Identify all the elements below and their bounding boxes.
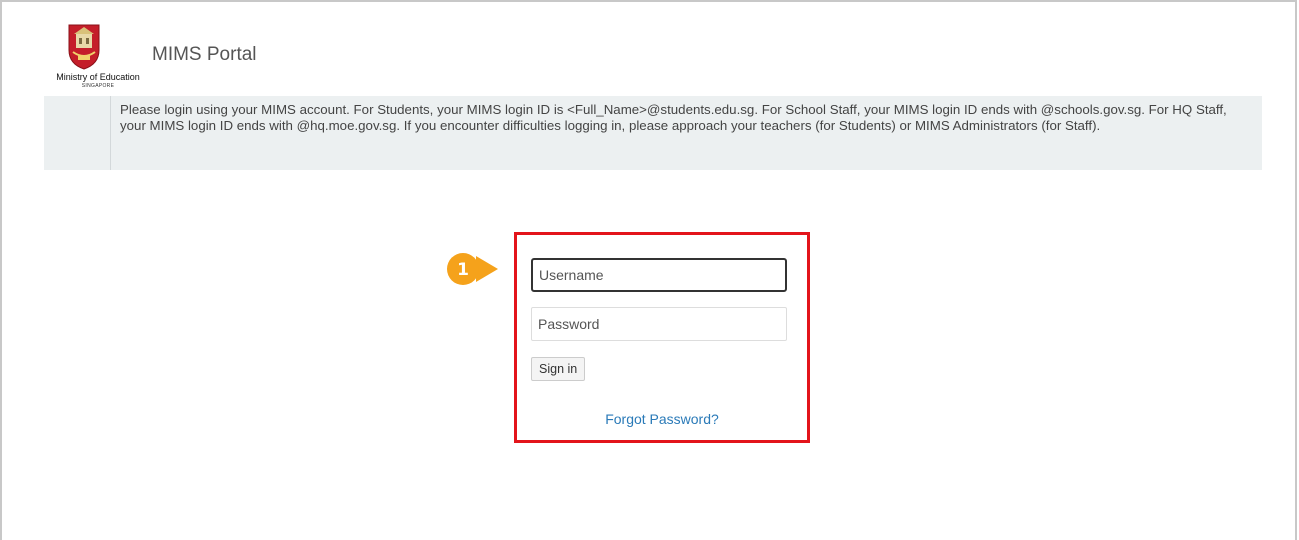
username-input[interactable]: [531, 258, 787, 292]
step-marker-arrow: [476, 256, 498, 282]
login-form-highlight: Sign in Forgot Password?: [514, 232, 810, 443]
logo-text: Ministry of Education: [56, 72, 140, 82]
moe-logo: Ministry of Education SINGAPORE: [46, 22, 150, 92]
step-marker-number: 1: [457, 260, 469, 280]
logo-subtext: SINGAPORE: [81, 83, 115, 89]
notice-text: Please login using your MIMS account. Fo…: [120, 102, 1227, 133]
sign-in-button[interactable]: Sign in: [531, 357, 586, 381]
moe-crest-icon: [68, 24, 100, 70]
forgot-password-link[interactable]: Forgot Password?: [517, 411, 807, 427]
notice-gutter: [44, 96, 111, 170]
login-notice-banner: Please login using your MIMS account. Fo…: [44, 96, 1262, 170]
password-input[interactable]: [531, 307, 787, 341]
step-marker-icon: 1: [447, 253, 498, 285]
page-title: MIMS Portal: [152, 44, 257, 65]
